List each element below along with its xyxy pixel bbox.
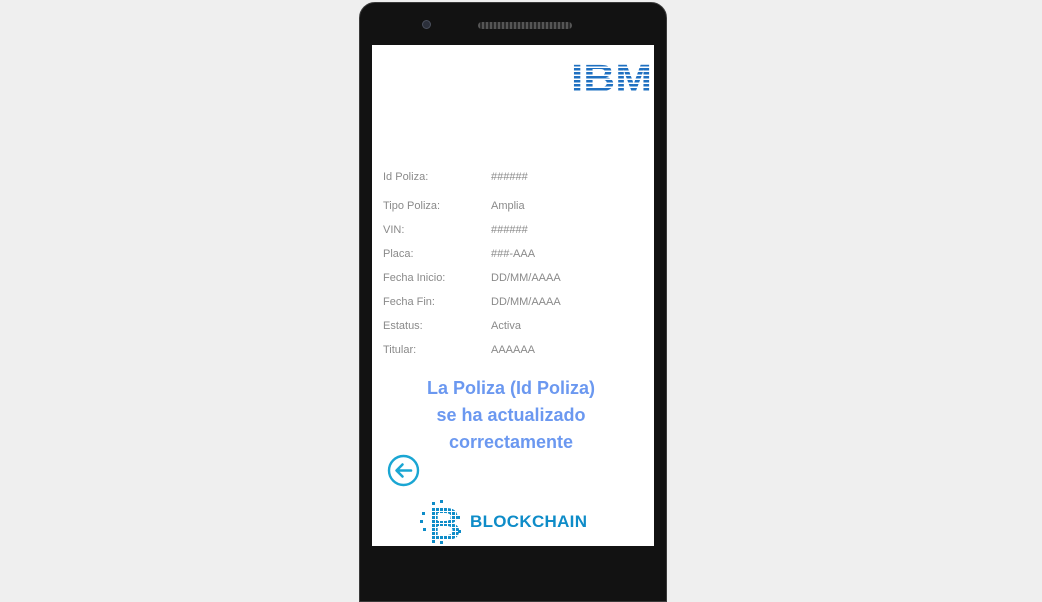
policy-label: Fecha Fin: [383,296,435,308]
policy-row-start-date: Fecha Inicio: DD/MM/AAAA [383,266,643,290]
arrow-left-circle-icon [387,454,420,487]
policy-label: Placa: [383,248,414,260]
blockchain-logo: B BLOCKCHAIN [420,500,587,544]
policy-label: Titular: [383,344,417,356]
policy-value: AAAAAA [491,344,536,356]
app-screen: IBM Id Poliza: ###### Tipo Poliza: Ampli… [372,45,654,546]
policy-label: Tipo Poliza: [383,200,441,212]
policy-row-holder: Titular: AAAAAA [383,338,643,362]
policy-value: Activa [491,320,521,332]
policy-label: VIN: [383,224,405,236]
success-message: La Poliza (Id Poliza) se ha actualizado … [372,375,650,456]
policy-details: Id Poliza: ###### Tipo Poliza: Amplia VI… [383,165,643,362]
policy-value: DD/MM/AAAA [491,272,561,284]
policy-row-plate: Placa: ###-AAA [383,242,643,266]
policy-value: ###### [491,224,528,236]
policy-row-vin: VIN: ###### [383,218,643,242]
policy-value: Amplia [491,200,525,212]
blockchain-b-icon: B [420,500,462,544]
policy-row-id: Id Poliza: ###### [383,165,643,189]
policy-row-type: Tipo Poliza: Amplia [383,194,643,218]
policy-value: ###### [491,171,528,183]
policy-row-end-date: Fecha Fin: DD/MM/AAAA [383,290,643,314]
policy-row-status: Estatus: Activa [383,314,643,338]
success-message-line: se ha actualizado [436,405,586,425]
policy-label: Estatus: [383,320,423,332]
success-message-line: correctamente [448,432,574,452]
policy-label: Fecha Inicio: [383,272,446,284]
speaker-grille [478,22,572,29]
policy-label: Id Poliza: [383,171,429,183]
success-message-line: La Poliza (Id Poliza) [426,378,596,398]
policy-value: DD/MM/AAAA [491,296,561,308]
back-button[interactable] [387,454,420,487]
policy-value: ###-AAA [491,248,536,260]
blockchain-wordmark: BLOCKCHAIN [470,512,588,531]
camera-icon [422,20,431,29]
ibm-logo: IBM [571,60,652,91]
